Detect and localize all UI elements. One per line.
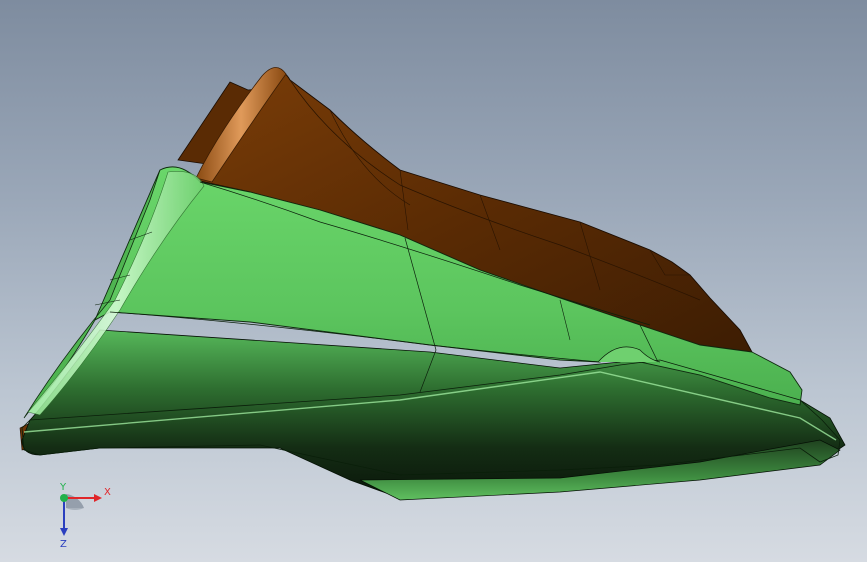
graphics-viewport[interactable]: X Y Z — [0, 0, 867, 562]
z-axis-label: Z — [60, 539, 67, 550]
3d-model-view[interactable] — [0, 0, 867, 562]
z-axis-arrow — [60, 528, 68, 536]
y-axis-label: Y — [59, 482, 67, 493]
x-axis-label: X — [104, 487, 111, 498]
x-axis-arrow — [94, 494, 102, 502]
y-axis-dot — [60, 494, 68, 502]
orientation-triad: X Y Z — [40, 480, 120, 550]
